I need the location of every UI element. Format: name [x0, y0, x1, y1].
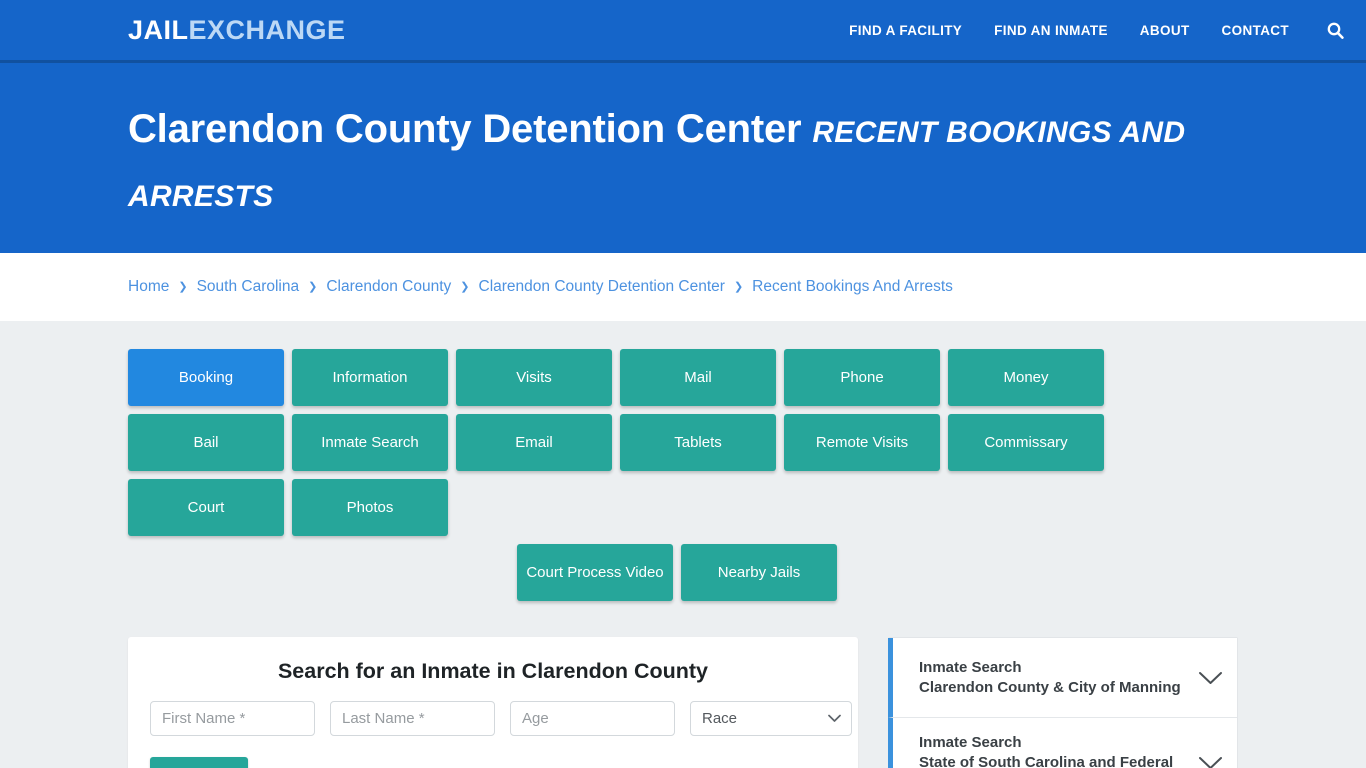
tile-nearby-jails[interactable]: Nearby Jails	[681, 544, 837, 601]
primary-nav: FIND A FACILITY FIND AN INMATE ABOUT CON…	[849, 22, 1344, 39]
logo-text-exchange: EXCHANGE	[188, 14, 346, 45]
last-name-input[interactable]	[330, 701, 495, 736]
tile-mail[interactable]: Mail	[620, 349, 776, 406]
race-select[interactable]: Race	[690, 701, 852, 736]
tile-commissary[interactable]: Commissary	[948, 414, 1104, 471]
sidebar-accordion: Inmate Search Clarendon County & City of…	[888, 637, 1238, 768]
nav-link-about[interactable]: ABOUT	[1140, 23, 1190, 38]
page-title: Clarendon County Detention Center RECENT…	[128, 99, 1238, 227]
breadcrumb-separator-icon: ❯	[308, 280, 318, 293]
tile-phone[interactable]: Phone	[784, 349, 940, 406]
accordion-item-inmate-search-state[interactable]: Inmate Search State of South Carolina an…	[888, 718, 1237, 768]
nav-search-button[interactable]	[1327, 22, 1344, 39]
tile-inmate-search[interactable]: Inmate Search	[292, 414, 448, 471]
logo-text-jail: JAIL	[128, 14, 189, 45]
tile-court[interactable]: Court	[128, 479, 284, 536]
breadcrumb-item-detention-center[interactable]: Clarendon County Detention Center	[479, 278, 725, 296]
nav-link-find-a-facility[interactable]: FIND A FACILITY	[849, 23, 962, 38]
accordion-item-label: Inmate Search Clarendon County & City of…	[919, 658, 1198, 698]
tile-bail[interactable]: Bail	[128, 414, 284, 471]
race-select-wrapper: Race	[690, 701, 852, 736]
tile-visits[interactable]: Visits	[456, 349, 612, 406]
nav-link-find-an-inmate[interactable]: FIND AN INMATE	[994, 23, 1108, 38]
accordion-item-line1: Inmate Search	[919, 658, 1022, 676]
hero-banner: Clarendon County Detention Center RECENT…	[0, 63, 1366, 253]
chevron-down-icon	[1199, 671, 1222, 684]
lower-section: Search for an Inmate in Clarendon County…	[128, 637, 1238, 768]
breadcrumb-separator-icon: ❯	[178, 280, 188, 293]
tile-tablets[interactable]: Tablets	[620, 414, 776, 471]
age-input[interactable]	[510, 701, 675, 736]
facility-section-tiles: Booking Information Visits Mail Phone Mo…	[128, 349, 1238, 536]
breadcrumb-item-clarendon-county[interactable]: Clarendon County	[326, 278, 451, 296]
first-name-input[interactable]	[150, 701, 315, 736]
breadcrumb-separator-icon: ❯	[733, 280, 744, 293]
tile-remote-visits[interactable]: Remote Visits	[784, 414, 940, 471]
accordion-item-label: Inmate Search State of South Carolina an…	[919, 733, 1198, 768]
tile-court-process-video[interactable]: Court Process Video	[517, 544, 673, 601]
breadcrumb-separator-icon: ❯	[460, 280, 470, 293]
search-submit-button[interactable]: SEARCH	[150, 757, 248, 768]
search-card-title: Search for an Inmate in Clarendon County	[277, 659, 709, 683]
tile-information[interactable]: Information	[292, 349, 448, 406]
main-content: Booking Information Visits Mail Phone Mo…	[0, 321, 1366, 768]
accordion-item-inmate-search-county[interactable]: Inmate Search Clarendon County & City of…	[888, 638, 1237, 718]
breadcrumb-item-south-carolina[interactable]: South Carolina	[197, 278, 300, 296]
tile-photos[interactable]: Photos	[292, 479, 448, 536]
breadcrumb-item-current: Recent Bookings And Arrests	[752, 278, 953, 295]
breadcrumb: Home ❯ South Carolina ❯ Clarendon County…	[128, 278, 953, 296]
chevron-down-icon	[1199, 757, 1222, 768]
tile-money[interactable]: Money	[948, 349, 1104, 406]
facility-section-tiles-last-row: Court Process Video Nearby Jails	[128, 544, 1238, 601]
accordion-item-line2: State of South Carolina and Federal Lock…	[919, 754, 1174, 768]
accordion-item-line1: Inmate Search	[919, 734, 1022, 751]
tile-email[interactable]: Email	[456, 414, 612, 471]
site-logo[interactable]: JAILEXCHANGE	[128, 15, 346, 46]
search-field-row: Race	[150, 701, 852, 736]
search-icon	[1327, 22, 1344, 39]
accordion-item-line2: Clarendon County & City of Manning	[919, 678, 1181, 696]
tile-booking[interactable]: Booking	[128, 349, 284, 406]
breadcrumb-item-home[interactable]: Home	[128, 278, 169, 296]
inmate-search-card: Search for an Inmate in Clarendon County…	[128, 637, 858, 768]
page-title-main: Clarendon County Detention Center	[128, 107, 813, 151]
top-navbar: JAILEXCHANGE FIND A FACILITY FIND AN INM…	[0, 0, 1366, 63]
nav-link-contact[interactable]: CONTACT	[1222, 23, 1289, 38]
breadcrumb-band: Home ❯ South Carolina ❯ Clarendon County…	[0, 253, 1366, 321]
